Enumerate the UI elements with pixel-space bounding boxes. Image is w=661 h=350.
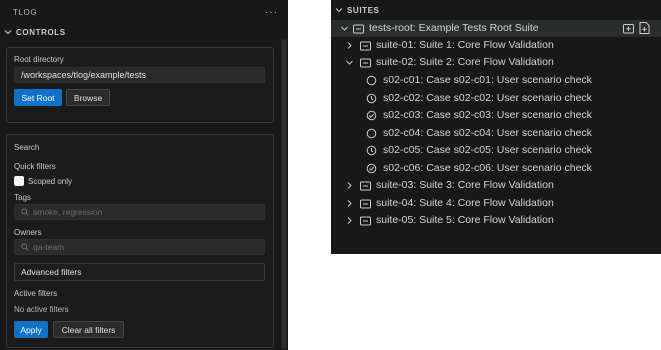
search-icon	[21, 208, 29, 216]
suite-label: suite-05: Suite 5: Core Flow Validation	[376, 214, 554, 226]
panel-title: TLOG	[13, 7, 38, 17]
circle-icon	[366, 128, 377, 139]
new-file-icon[interactable]	[639, 22, 650, 34]
case-label: s02-c03: Case s02-c03: User scenario che…	[383, 109, 592, 121]
panel-header: TLOG ···	[0, 0, 288, 24]
case-row[interactable]: s02-c03: Case s02-c03: User scenario che…	[331, 107, 661, 124]
chevron-down-icon	[346, 60, 353, 65]
tree-root-label: tests-root: Example Tests Root Suite	[369, 22, 539, 34]
suite-row[interactable]: suite-03: Suite 3: Core Flow Validation	[331, 177, 661, 194]
scoped-only-label: Scoped only	[28, 177, 73, 186]
check-circle-icon	[366, 110, 377, 121]
active-filters-label: Active filters	[14, 289, 58, 298]
suite-label: suite-03: Suite 3: Core Flow Validation	[376, 179, 554, 191]
case-label: s02-c05: Case s02-c05: User scenario che…	[383, 144, 592, 156]
root-directory-input[interactable]: /workspaces/tlog/example/tests	[14, 67, 265, 83]
root-directory-label: Root directory	[14, 55, 64, 64]
suites-panel: SUITES tests-root: Example Tests Root Su…	[331, 0, 661, 254]
folder-icon	[360, 41, 371, 51]
set-root-button[interactable]: Set Root	[14, 89, 62, 106]
check-circle-icon	[366, 163, 377, 174]
tags-placeholder: smoke, regression	[33, 207, 103, 217]
apply-button[interactable]: Apply	[14, 321, 48, 338]
suite-label: suite-02: Suite 2: Core Flow Validation	[376, 56, 554, 68]
suite-label: suite-01: Suite 1: Core Flow Validation	[376, 39, 554, 51]
owners-input[interactable]: qa-team	[14, 239, 265, 255]
suite-row[interactable]: suite-02: Suite 2: Core Flow Validation	[331, 54, 661, 71]
scoped-only-checkbox[interactable]	[14, 176, 24, 186]
suites-title: SUITES	[347, 5, 380, 15]
suites-section-header[interactable]: SUITES	[331, 2, 661, 18]
tree-root-row[interactable]: tests-root: Example Tests Root Suite	[331, 20, 661, 37]
no-active-filters-text: No active filters	[14, 305, 69, 314]
advanced-filters-button[interactable]: Advanced filters	[14, 263, 265, 281]
folder-icon	[353, 24, 364, 34]
chevron-down-icon	[341, 26, 348, 31]
suite-row[interactable]: suite-04: Suite 4: Core Flow Validation	[331, 195, 661, 212]
tlog-panel: TLOG ··· CONTROLS Root directory /worksp…	[0, 0, 288, 350]
owners-placeholder: qa-team	[33, 242, 65, 252]
quick-filters-label: Quick filters	[14, 162, 56, 171]
suite-label: suite-04: Suite 4: Core Flow Validation	[376, 197, 554, 209]
case-label: s02-c01: Case s02-c01: User scenario che…	[383, 74, 592, 86]
ellipsis-icon[interactable]: ···	[265, 7, 278, 18]
chevron-right-icon	[347, 200, 352, 207]
tags-label: Tags	[14, 193, 31, 202]
browse-button[interactable]: Browse	[66, 89, 110, 106]
case-row[interactable]: s02-c06: Case s02-c06: User scenario che…	[331, 160, 661, 177]
clock-icon	[366, 145, 377, 156]
root-directory-card: Root directory /workspaces/tlog/example/…	[6, 47, 274, 123]
folder-icon	[360, 181, 371, 191]
chevron-right-icon	[347, 42, 352, 49]
suite-row[interactable]: suite-01: Suite 1: Core Flow Validation	[331, 37, 661, 54]
chevron-right-icon	[347, 217, 352, 224]
search-icon	[21, 243, 29, 251]
folder-icon	[360, 199, 371, 209]
clock-icon	[366, 93, 377, 104]
case-row[interactable]: s02-c02: Case s02-c02: User scenario che…	[331, 90, 661, 107]
chevron-down-icon	[4, 30, 12, 35]
suite-row[interactable]: suite-05: Suite 5: Core Flow Validation	[331, 212, 661, 229]
case-row[interactable]: s02-c01: Case s02-c01: User scenario che…	[331, 72, 661, 89]
case-label: s02-c06: Case s02-c06: User scenario che…	[383, 162, 592, 174]
tags-input[interactable]: smoke, regression	[14, 204, 265, 220]
circle-icon	[366, 75, 377, 86]
owners-label: Owners	[14, 228, 42, 237]
folder-icon	[360, 58, 371, 68]
clear-all-filters-button[interactable]: Clear all filters	[53, 321, 124, 338]
search-heading: Search	[14, 143, 40, 152]
case-row[interactable]: s02-c04: Case s02-c04: User scenario che…	[331, 125, 661, 142]
chevron-down-icon	[335, 8, 343, 13]
case-label: s02-c04: Case s02-c04: User scenario che…	[383, 127, 592, 139]
controls-label: CONTROLS	[16, 27, 66, 37]
case-label: s02-c02: Case s02-c02: User scenario che…	[383, 92, 592, 104]
new-folder-icon[interactable]	[623, 22, 634, 34]
case-row[interactable]: s02-c05: Case s02-c05: User scenario che…	[331, 142, 661, 159]
scrollbar-thumb[interactable]	[282, 40, 286, 348]
folder-icon	[360, 216, 371, 226]
search-card: Search Quick filters Scoped only Tags sm…	[6, 134, 274, 348]
controls-section-header[interactable]: CONTROLS	[0, 24, 288, 40]
chevron-right-icon	[347, 182, 352, 189]
